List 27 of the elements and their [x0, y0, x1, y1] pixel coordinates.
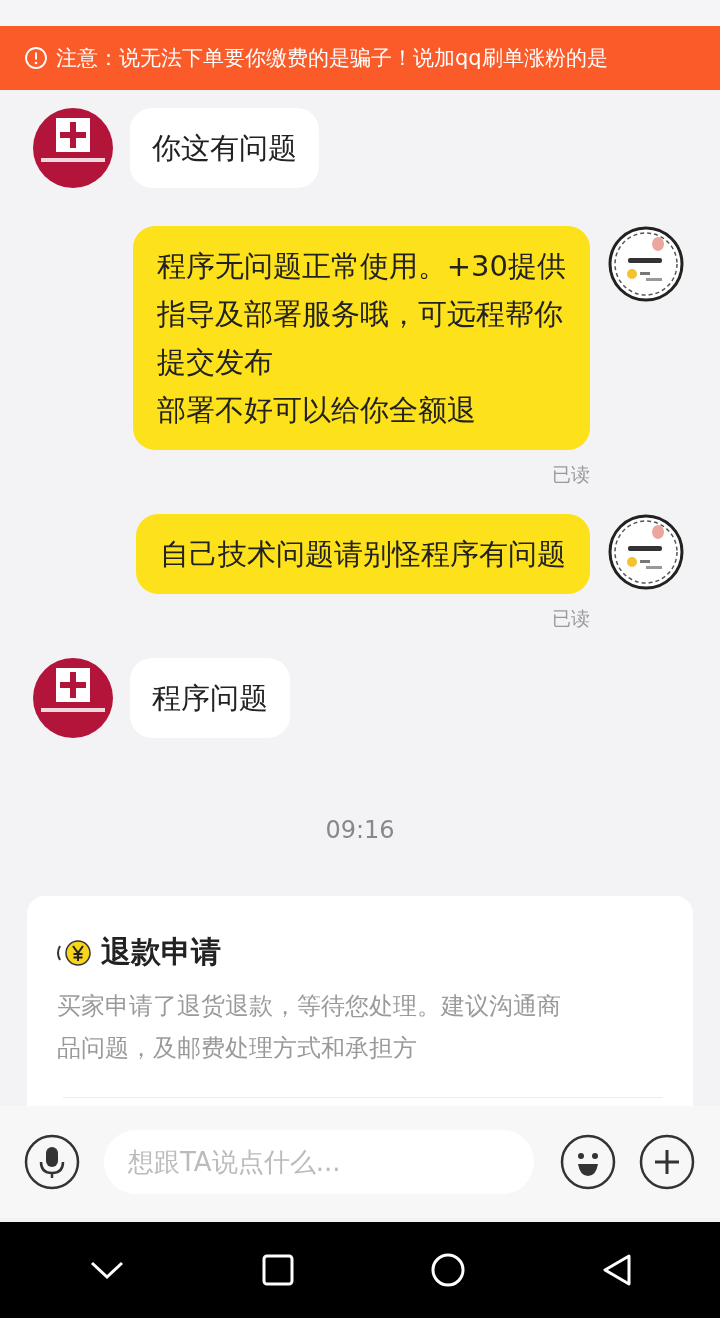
notice-text: 注意：说无法下单要你缴费的是骗子！说加qq刷单涨粉的是 — [56, 45, 608, 72]
message-text: 你这有问题 — [152, 130, 297, 167]
read-status: 已读 — [552, 462, 590, 487]
message-text: 提交发布 — [156, 344, 274, 381]
card-title: 退款申请 — [101, 933, 221, 971]
recent-apps-icon[interactable] — [261, 1254, 294, 1286]
avatar[interactable] — [608, 226, 684, 302]
home-icon[interactable] — [430, 1253, 465, 1287]
message-text: 部署不好可以给你全额退 — [156, 392, 477, 429]
message-text: 程序无问题正常使用。+30提供 — [156, 248, 566, 285]
message-text: 自己技术问题请别怪程序有问题 — [160, 536, 566, 573]
read-status: 已读 — [552, 606, 590, 631]
card-description: 买家申请了退货退款，等待您处理。建议沟通商品问题，及邮费处理方式和承担方 — [57, 991, 562, 1064]
microphone-icon[interactable] — [24, 1134, 80, 1190]
warning-icon — [24, 46, 48, 70]
avatar[interactable] — [33, 658, 113, 738]
avatar[interactable] — [33, 108, 113, 188]
message-text: 指导及部署服务哦，可远程帮你 — [156, 296, 564, 333]
emoji-icon[interactable] — [560, 1134, 616, 1190]
coin-icon — [55, 938, 93, 967]
avatar[interactable] — [608, 514, 684, 590]
back-icon[interactable] — [601, 1253, 632, 1287]
message-input[interactable]: 想跟TA说点什么... — [104, 1130, 534, 1194]
timestamp: 09:16 — [325, 816, 395, 844]
add-icon[interactable] — [639, 1134, 695, 1190]
message-text: 程序问题 — [152, 680, 268, 717]
refund-card[interactable]: 退款申请 买家申请了退货退款，等待您处理。建议沟通商品问题，及邮费处理方式和承担方 — [27, 896, 693, 1106]
